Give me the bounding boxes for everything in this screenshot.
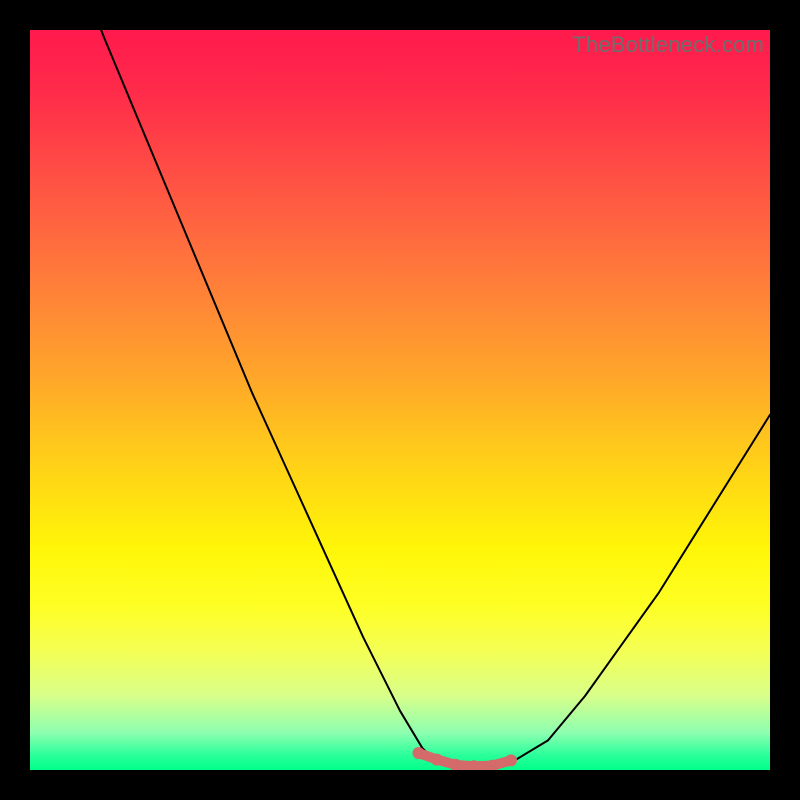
bottleneck-chart-svg xyxy=(30,30,770,770)
optimal-point-dot xyxy=(413,747,425,759)
chart-plot-area: TheBottleneck.com xyxy=(30,30,770,770)
optimal-point-dot xyxy=(431,754,443,766)
optimal-point-dot xyxy=(505,754,517,766)
bottleneck-curve-line xyxy=(30,30,770,770)
